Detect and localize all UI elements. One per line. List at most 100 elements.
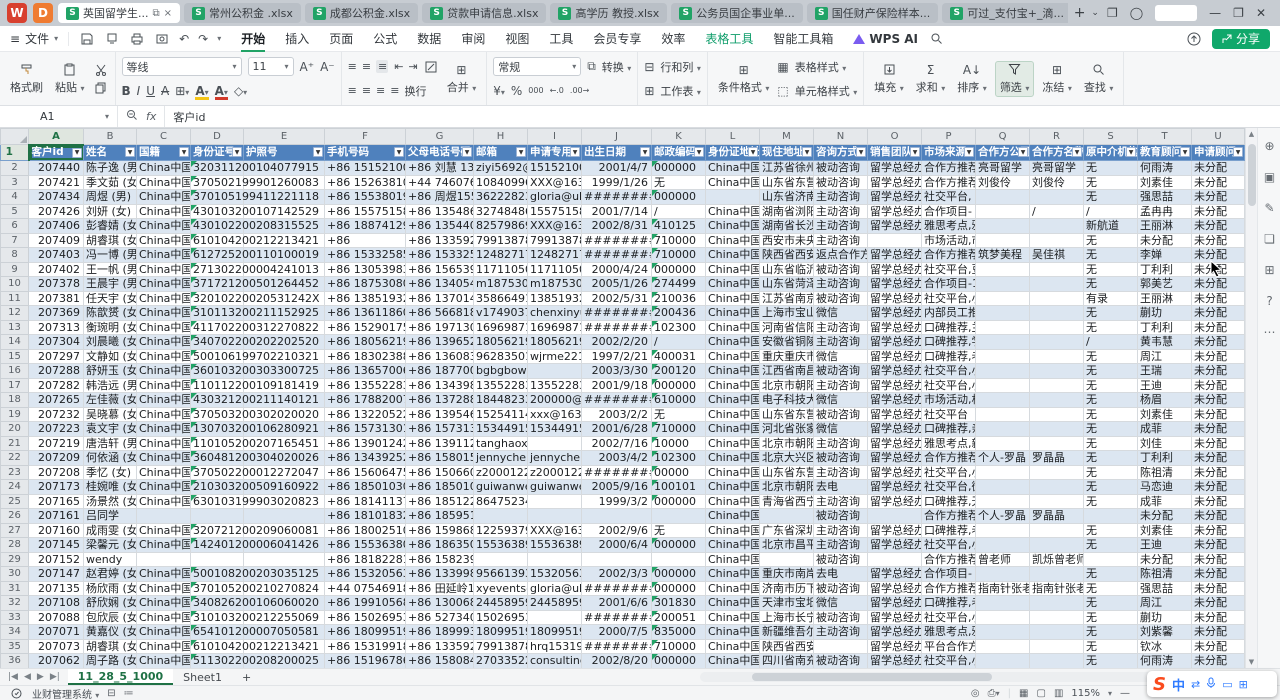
cell[interactable]: 湖南省长沙 [760,219,814,234]
column-header-cell[interactable]: 国籍▼ [137,145,191,161]
cell[interactable]: 陈祖清 [1138,465,1192,480]
cell[interactable]: 124827175 [528,248,582,263]
cell[interactable]: 被动咨询 [814,291,868,306]
cell[interactable]: 110112200109181419 [191,378,244,393]
cell[interactable]: 207421 [29,175,84,190]
cell[interactable]: 180562199 [528,335,582,350]
cell[interactable]: +86 1300682663 [406,596,474,611]
cell[interactable]: 主动咨询 [814,320,868,335]
cell[interactable] [1030,335,1084,350]
row-number[interactable]: 21 [1,436,29,451]
row-number[interactable]: 34 [1,625,29,640]
cell[interactable]: 169698712 [528,320,582,335]
cell[interactable]: 无 [1084,393,1138,408]
italic-button[interactable]: I [137,84,141,98]
cell[interactable]: 2003/3/30 [582,364,652,379]
ime-mic-icon[interactable] [1206,677,1216,692]
cell[interactable]: +86 15152100 [325,161,406,176]
cell[interactable]: 未分配 [1192,204,1245,219]
cell[interactable]: 825798695 [474,219,528,234]
cell[interactable]: China中国 [706,567,760,582]
cell[interactable]: 207208 [29,465,84,480]
cell[interactable]: m1875308 [528,277,582,292]
cell[interactable]: 微信 [814,596,868,611]
cell[interactable]: China中国 [137,378,191,393]
cell[interactable]: 2002/2/20 [582,335,652,350]
cell[interactable] [652,552,706,567]
copy-icon[interactable] [93,81,109,95]
cell[interactable]: 2002/8/20 [582,654,652,669]
cell[interactable]: 2001/6/28 [582,422,652,437]
cell[interactable] [191,509,244,524]
file-tab[interactable]: S公务员国企事业单... [671,3,803,23]
filter-dropdown-icon[interactable]: ▼ [232,147,242,157]
cell[interactable]: 季忆 (女) [84,465,137,480]
new-tab-button[interactable]: + [1068,5,1092,21]
wps-ai-button[interactable]: WPS AI [843,32,928,46]
menu-tab-开始[interactable]: 开始 [231,27,275,50]
cell[interactable]: 曾老师 [976,552,1030,567]
cell[interactable]: 上海市宝山 [760,306,814,321]
cell[interactable]: 400031 [652,349,706,364]
cell[interactable]: 丁利利 [1138,451,1192,466]
cell[interactable]: / [1084,335,1138,350]
cell[interactable]: 864752343 [474,494,528,509]
cell[interactable]: 市场活动,市 [922,233,976,248]
file-tab[interactable]: S常州公积金 .xlsx [184,3,301,23]
cell[interactable]: 周江 [1138,349,1192,364]
cell[interactable]: +86 17882007 [325,393,406,408]
cell[interactable]: China中国 [137,567,191,582]
cell[interactable]: 207297 [29,349,84,364]
file-tab[interactable]: S可过_支付宝+_滴... [942,3,1067,23]
cell[interactable]: 成菲 [1138,422,1192,437]
cell[interactable]: 包欣辰 (女 [84,610,137,625]
cell[interactable]: 207219 [29,436,84,451]
cell[interactable]: 207232 [29,407,84,422]
cell[interactable]: 无 [1084,596,1138,611]
cell[interactable]: 207402 [29,262,84,277]
cell[interactable]: 未分配 [1192,233,1245,248]
cell[interactable]: 未分配 [1192,364,1245,379]
cell[interactable]: 刘佳 [1138,436,1192,451]
menu-tab-效率[interactable]: 效率 [651,27,695,50]
cell[interactable]: 王一帆 (男 [84,262,137,277]
cell[interactable]: 无 [1084,465,1138,480]
cell[interactable]: +86 1360831276 [406,349,474,364]
cell[interactable]: 207173 [29,480,84,495]
cell[interactable]: 无 [652,175,706,190]
cell[interactable]: 无 [1084,320,1138,335]
cell[interactable]: 山东省济南 [760,190,814,205]
cell[interactable]: 衡琬明 (女 [84,320,137,335]
conditional-format-button[interactable]: ⊞ 条件格式 ▾ [714,62,774,96]
cell[interactable]: 无 [1084,451,1138,466]
ime-keyboard-icon[interactable]: ▭ [1222,678,1232,691]
cell[interactable]: 未分配 [1192,407,1245,422]
cell[interactable]: 320311200104077915 [191,161,244,176]
cell[interactable]: 无 [1084,480,1138,495]
cell[interactable] [814,639,868,654]
cell[interactable]: 王迪 [1138,378,1192,393]
menu-tab-公式[interactable]: 公式 [363,27,407,50]
cell[interactable]: / [652,335,706,350]
cell[interactable]: guiwanwei [528,480,582,495]
column-header-cell[interactable]: 合作方公司▼ [976,145,1030,161]
cell[interactable]: China中国 [137,277,191,292]
file-tab[interactable]: S高学历 教授.xlsx [550,3,667,23]
menu-tab-插入[interactable]: 插入 [275,27,319,50]
column-letter[interactable]: N [814,129,868,145]
cell[interactable]: 2005/1/26 [582,277,652,292]
cell[interactable]: 被动咨询 [814,262,868,277]
cell[interactable]: +86 15319918 [325,639,406,654]
cell[interactable]: China中国 [706,494,760,509]
cell[interactable]: 358664913 [474,291,528,306]
cell[interactable]: China中国 [137,335,191,350]
cell[interactable]: 155363896 [528,538,582,553]
cell[interactable]: 陕西省西安 [760,639,814,654]
cell[interactable]: +86 18874129 [325,219,406,234]
cell[interactable]: 河南省信阳 [760,320,814,335]
cell[interactable]: 无 [1084,436,1138,451]
cell[interactable]: 王迪 [1138,538,1192,553]
cell[interactable]: ######### [582,581,652,596]
cell[interactable]: 未分配 [1192,219,1245,234]
cell[interactable]: 2002/7/16 [582,436,652,451]
